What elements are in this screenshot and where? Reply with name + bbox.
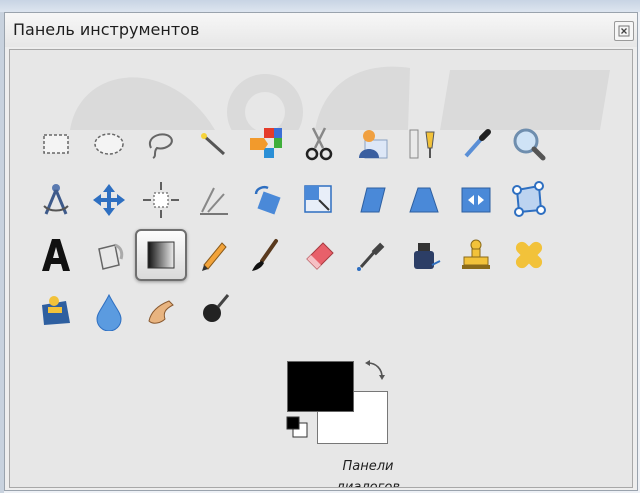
tool-button[interactable] <box>30 174 82 226</box>
fuzzy-select-tool-icon <box>200 133 225 156</box>
tool-button[interactable] <box>188 285 240 337</box>
toolbox-panel: Панели диалогов <box>9 49 633 488</box>
tool-button[interactable] <box>30 285 82 337</box>
tool-button[interactable] <box>293 174 345 226</box>
tool-button[interactable] <box>345 174 397 226</box>
clone-tool-icon <box>462 239 490 269</box>
swap-colors-icon[interactable] <box>362 359 386 383</box>
pencil-tool-icon <box>201 242 227 271</box>
move-tool-icon <box>92 183 125 216</box>
foreground-select-tool-icon <box>359 130 388 159</box>
tool-button[interactable] <box>188 118 240 170</box>
tool-button[interactable] <box>345 118 397 170</box>
heal-tool-icon <box>515 241 542 269</box>
scale-tool-icon <box>303 184 332 213</box>
cage-transform-tool-icon <box>511 180 546 217</box>
tool-button[interactable] <box>188 174 240 226</box>
color-select-tool-icon <box>250 128 282 158</box>
tool-button[interactable] <box>398 118 450 170</box>
scissors-tool-icon <box>305 127 332 161</box>
tool-button[interactable] <box>450 174 502 226</box>
blend-tool-icon <box>147 241 175 269</box>
tool-button[interactable] <box>83 229 135 281</box>
text-tool-icon <box>42 239 70 271</box>
measure-tool-icon <box>43 183 69 215</box>
rect-select-tool-icon <box>43 134 69 154</box>
tool-button[interactable] <box>135 229 187 281</box>
color-picker-tool-icon <box>464 129 491 158</box>
tool-button[interactable] <box>135 118 187 170</box>
dodge-burn-tool-icon <box>202 293 229 322</box>
zoom-tool-icon <box>513 128 545 161</box>
foreground-color-swatch[interactable] <box>287 361 354 412</box>
tool-button[interactable] <box>83 174 135 226</box>
tool-button[interactable] <box>293 229 345 281</box>
tool-button[interactable] <box>30 118 82 170</box>
bucket-fill-tool-icon <box>97 243 123 270</box>
blur-sharpen-tool-icon <box>95 293 122 331</box>
align-tool-icon <box>143 181 179 218</box>
close-button[interactable] <box>614 21 634 41</box>
flip-tool-icon <box>461 187 491 212</box>
paths-tool-icon <box>409 129 435 159</box>
tool-button[interactable] <box>30 229 82 281</box>
perspective-clone-tool-icon <box>42 295 70 325</box>
title-bar[interactable]: Панель инструментов <box>5 13 637 47</box>
rotate-tool-icon <box>254 185 281 215</box>
tool-button[interactable] <box>135 174 187 226</box>
tool-button[interactable] <box>503 118 555 170</box>
tool-button[interactable] <box>188 229 240 281</box>
perspective-tool-icon <box>408 187 439 212</box>
tool-button[interactable] <box>503 174 555 226</box>
tool-button[interactable] <box>135 285 187 337</box>
tool-button[interactable] <box>83 285 135 337</box>
lasso-tool-icon <box>148 133 173 159</box>
window-title: Панель инструментов <box>13 20 200 39</box>
tool-button[interactable] <box>503 229 555 281</box>
ellipse-select-tool-icon <box>93 133 124 155</box>
ink-tool-icon <box>413 243 440 269</box>
airbrush-tool-icon <box>357 242 385 271</box>
toolbox-window: Панель инструментов Панели диалогов <box>4 12 638 491</box>
tool-button[interactable] <box>450 229 502 281</box>
tool-button[interactable] <box>240 174 292 226</box>
tool-button[interactable] <box>83 118 135 170</box>
paintbrush-tool-icon <box>252 239 278 271</box>
desktop-background <box>0 0 640 12</box>
shear-tool-icon <box>360 187 386 212</box>
crop-tool-icon <box>199 187 228 215</box>
tool-button[interactable] <box>450 118 502 170</box>
tool-button[interactable] <box>240 229 292 281</box>
close-icon <box>618 25 630 37</box>
tool-button[interactable] <box>398 174 450 226</box>
tool-button[interactable] <box>398 229 450 281</box>
tool-button[interactable] <box>240 118 292 170</box>
tool-button[interactable] <box>293 118 345 170</box>
tool-button[interactable] <box>345 229 397 281</box>
smudge-tool-icon <box>148 299 174 324</box>
default-colors-icon[interactable] <box>286 416 310 440</box>
dialogs-panel-label[interactable]: Панели диалогов <box>330 456 406 487</box>
eraser-tool-icon <box>305 242 334 270</box>
